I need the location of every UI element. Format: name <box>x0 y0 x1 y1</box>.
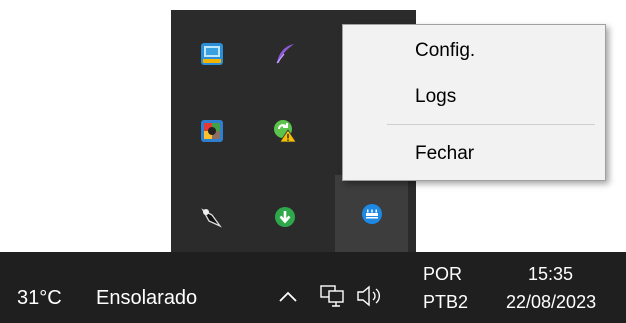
puzzle-app-icon[interactable] <box>195 114 229 148</box>
clock-date: 22/08/2023 <box>506 292 597 312</box>
clock-time: 15:35 <box>528 264 574 284</box>
volume-icon[interactable] <box>355 283 385 314</box>
taskbar: 31°C Ensolarado POR PTB2 15:35 22/08/202… <box>0 252 626 323</box>
language-line1: POR <box>423 264 463 284</box>
feather-icon[interactable] <box>268 37 302 71</box>
menu-item-fechar[interactable]: Fechar <box>415 142 474 166</box>
tray-context-menu: Config. Logs Fechar <box>342 24 606 181</box>
monitor-app-icon[interactable] <box>195 37 229 71</box>
network-icon[interactable] <box>319 283 345 314</box>
weather-condition: Ensolarado <box>96 287 198 309</box>
weather-temperature: 31°C <box>17 287 62 309</box>
menu-item-logs[interactable]: Logs <box>415 85 456 109</box>
menu-separator <box>387 124 595 125</box>
server-status-icon[interactable] <box>335 175 408 253</box>
chevron-up-icon[interactable] <box>277 286 299 313</box>
speaker-icon[interactable] <box>195 200 229 234</box>
menu-item-config[interactable]: Config. <box>415 39 475 63</box>
download-circle-icon[interactable] <box>268 200 302 234</box>
language-line2: PTB2 <box>423 292 469 312</box>
sync-warning-icon[interactable] <box>268 114 302 148</box>
